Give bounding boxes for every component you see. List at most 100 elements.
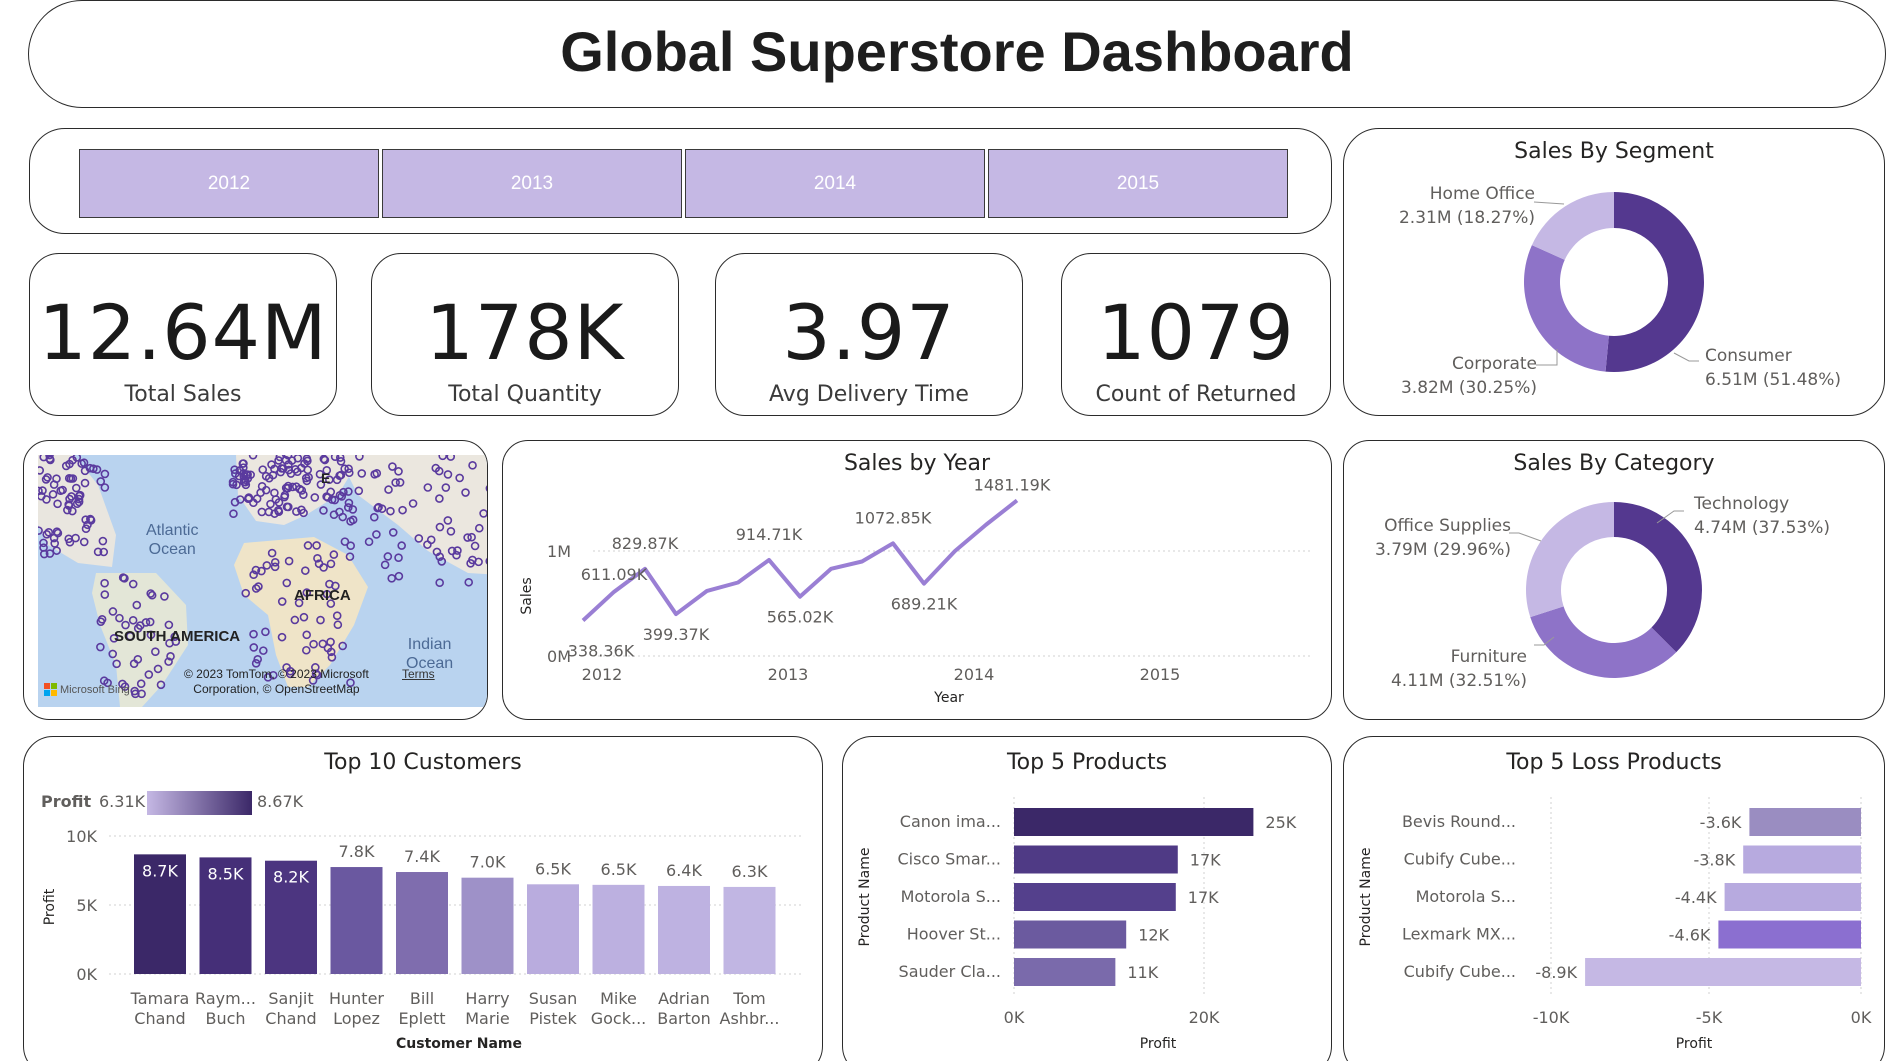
bar[interactable] (1014, 920, 1127, 949)
slice-label-furniture: Furniture (1451, 647, 1527, 667)
data-label: 611.09K (581, 565, 648, 584)
data-label: 914.71K (736, 525, 803, 544)
map-point (344, 498, 354, 508)
bar[interactable] (1014, 958, 1116, 986)
map-label-africa: AFRICA (294, 587, 351, 604)
year-button-2013[interactable]: 2013 (382, 149, 682, 218)
map-point (387, 574, 397, 583)
bar[interactable] (1014, 808, 1254, 836)
line-series: 338.36K 611.09K 829.87K 399.37K 914.71K 565.0… (568, 475, 1051, 660)
top-5-loss-products-chart: -10K -5K 0K Profit Product Name -3.6K Bev… (1358, 797, 1872, 1052)
data-label: 8.2K (273, 868, 309, 887)
x-tick: 2014 (954, 665, 995, 684)
data-label: 6.5K (535, 859, 571, 878)
donut-slice-consumer[interactable] (1605, 192, 1704, 372)
kpi-total-quantity: 178K Total Quantity (371, 253, 679, 416)
bar[interactable] (1718, 920, 1861, 949)
bar[interactable] (1743, 845, 1861, 874)
donut-slice-home-office[interactable] (1531, 192, 1614, 260)
map-card: AtlanticOcean E A AFRICA SOUTH AMERICA I… (23, 440, 488, 720)
x-tick: Sanjit (268, 989, 313, 1008)
data-label: 6.3K (732, 862, 768, 881)
leader-line (1673, 352, 1699, 362)
bar[interactable] (396, 872, 448, 974)
top-10-customers-chart: Profit 6.31K 8.67K 0K 5K 10K Profit Cust… (41, 791, 804, 1052)
map-point (464, 577, 474, 587)
slice-value-home-office: 2.31M (18.27%) (1399, 208, 1535, 228)
slice-value-corporate: 3.82M (30.25%) (1401, 378, 1537, 398)
bar[interactable] (1585, 958, 1861, 986)
bar[interactable] (330, 867, 383, 974)
donut-slice-corporate[interactable] (1524, 245, 1609, 372)
sales-by-year-chart: 0M 1M Sales 2012 2013 2014 2015 Year 338… (519, 475, 1313, 706)
leader-line (1536, 349, 1558, 366)
microsoft-logo-icon (44, 683, 57, 696)
map-point (380, 560, 390, 570)
year-button-2015[interactable]: 2015 (988, 149, 1288, 218)
map-label-europe: E (321, 470, 331, 486)
data-label: 6.5K (601, 860, 637, 879)
x-tick: Buch (205, 1009, 245, 1028)
year-button-2012[interactable]: 2012 (79, 149, 379, 218)
bar[interactable] (1724, 883, 1861, 911)
kpi-value: 3.97 (782, 288, 956, 377)
y-tick: 1M (547, 542, 571, 561)
x-tick: Eplett (398, 1009, 445, 1028)
kpi-label: Count of Returned (1095, 382, 1297, 407)
map-brand: Microsoft Bing (44, 683, 130, 696)
bar[interactable] (723, 886, 776, 974)
map-point (485, 557, 487, 565)
map-terms-link[interactable]: Terms (402, 667, 435, 681)
slice-label-home-office: Home Office (1430, 184, 1535, 204)
slice-value-office-supplies: 3.79M (29.96%) (1375, 540, 1511, 560)
kpi-label: Avg Delivery Time (769, 382, 969, 407)
sales-by-year-card: Sales by Year 0M 1M Sales 2012 2013 2014… (502, 440, 1332, 720)
bar[interactable] (1014, 883, 1176, 911)
data-label: 1481.19K (974, 475, 1051, 494)
bar[interactable] (1749, 808, 1861, 836)
x-tick: Bill (410, 989, 434, 1008)
bar[interactable] (592, 884, 645, 974)
top-5-products-chart: 0K 20K Profit Product Name 25K Canon ima.… (857, 797, 1297, 1052)
x-tick: Susan (529, 989, 578, 1008)
map-copyright: © 2023 TomTom, © 2023 Microsoft Corporati… (184, 667, 369, 696)
kpi-label: Total Quantity (448, 382, 602, 407)
bar[interactable] (658, 885, 710, 974)
y-tick: 0K (76, 965, 97, 984)
donut-slice-furniture[interactable] (1530, 606, 1677, 678)
data-label: 17K (1188, 888, 1219, 907)
x-tick: Gock... (591, 1009, 647, 1028)
legend-title: Profit (41, 792, 91, 811)
legend-gradient (147, 791, 252, 815)
kpi-value: 1079 (1097, 288, 1295, 377)
leader-line (1509, 532, 1542, 542)
donut-slice-technology[interactable] (1614, 502, 1702, 653)
world-map[interactable]: AtlanticOcean E A AFRICA SOUTH AMERICA I… (38, 455, 487, 707)
bars: 8.7KTamaraChand8.5KRaym...Buch8.2KSanjit… (130, 842, 780, 1028)
data-label: 689.21K (891, 595, 958, 614)
y-tick: Motorola S... (1416, 887, 1516, 906)
data-label: -3.8K (1693, 851, 1735, 870)
donut-slice-office-supplies[interactable] (1526, 502, 1614, 618)
x-tick: 0K (1851, 1008, 1872, 1027)
map-point (229, 509, 238, 519)
y-tick: Cubify Cube... (1404, 962, 1516, 981)
year-button-2014[interactable]: 2014 (685, 149, 985, 218)
map-point (397, 541, 406, 550)
bar[interactable] (527, 884, 579, 974)
kpi-value: 12.64M (38, 288, 328, 377)
data-label: 1072.85K (855, 508, 932, 527)
data-label: 25K (1265, 813, 1296, 832)
kpi-value: 178K (425, 288, 625, 377)
bar[interactable] (1014, 845, 1178, 874)
y-axis-label: Profit (42, 888, 58, 925)
sales-by-segment-card: Sales By Segment Home Office 2.31M (18.2… (1343, 128, 1885, 416)
map-point (364, 537, 374, 547)
kpi-count-returned: 1079 Count of Returned (1061, 253, 1331, 416)
map-point (100, 469, 110, 479)
bar[interactable] (461, 877, 514, 974)
y-tick: Bevis Round... (1402, 812, 1516, 831)
y-tick: Cisco Smar... (897, 850, 1001, 869)
sales-by-category-chart: Technology 4.74M (37.53%) Office Supplie… (1375, 494, 1830, 691)
x-tick: Chand (134, 1009, 185, 1028)
